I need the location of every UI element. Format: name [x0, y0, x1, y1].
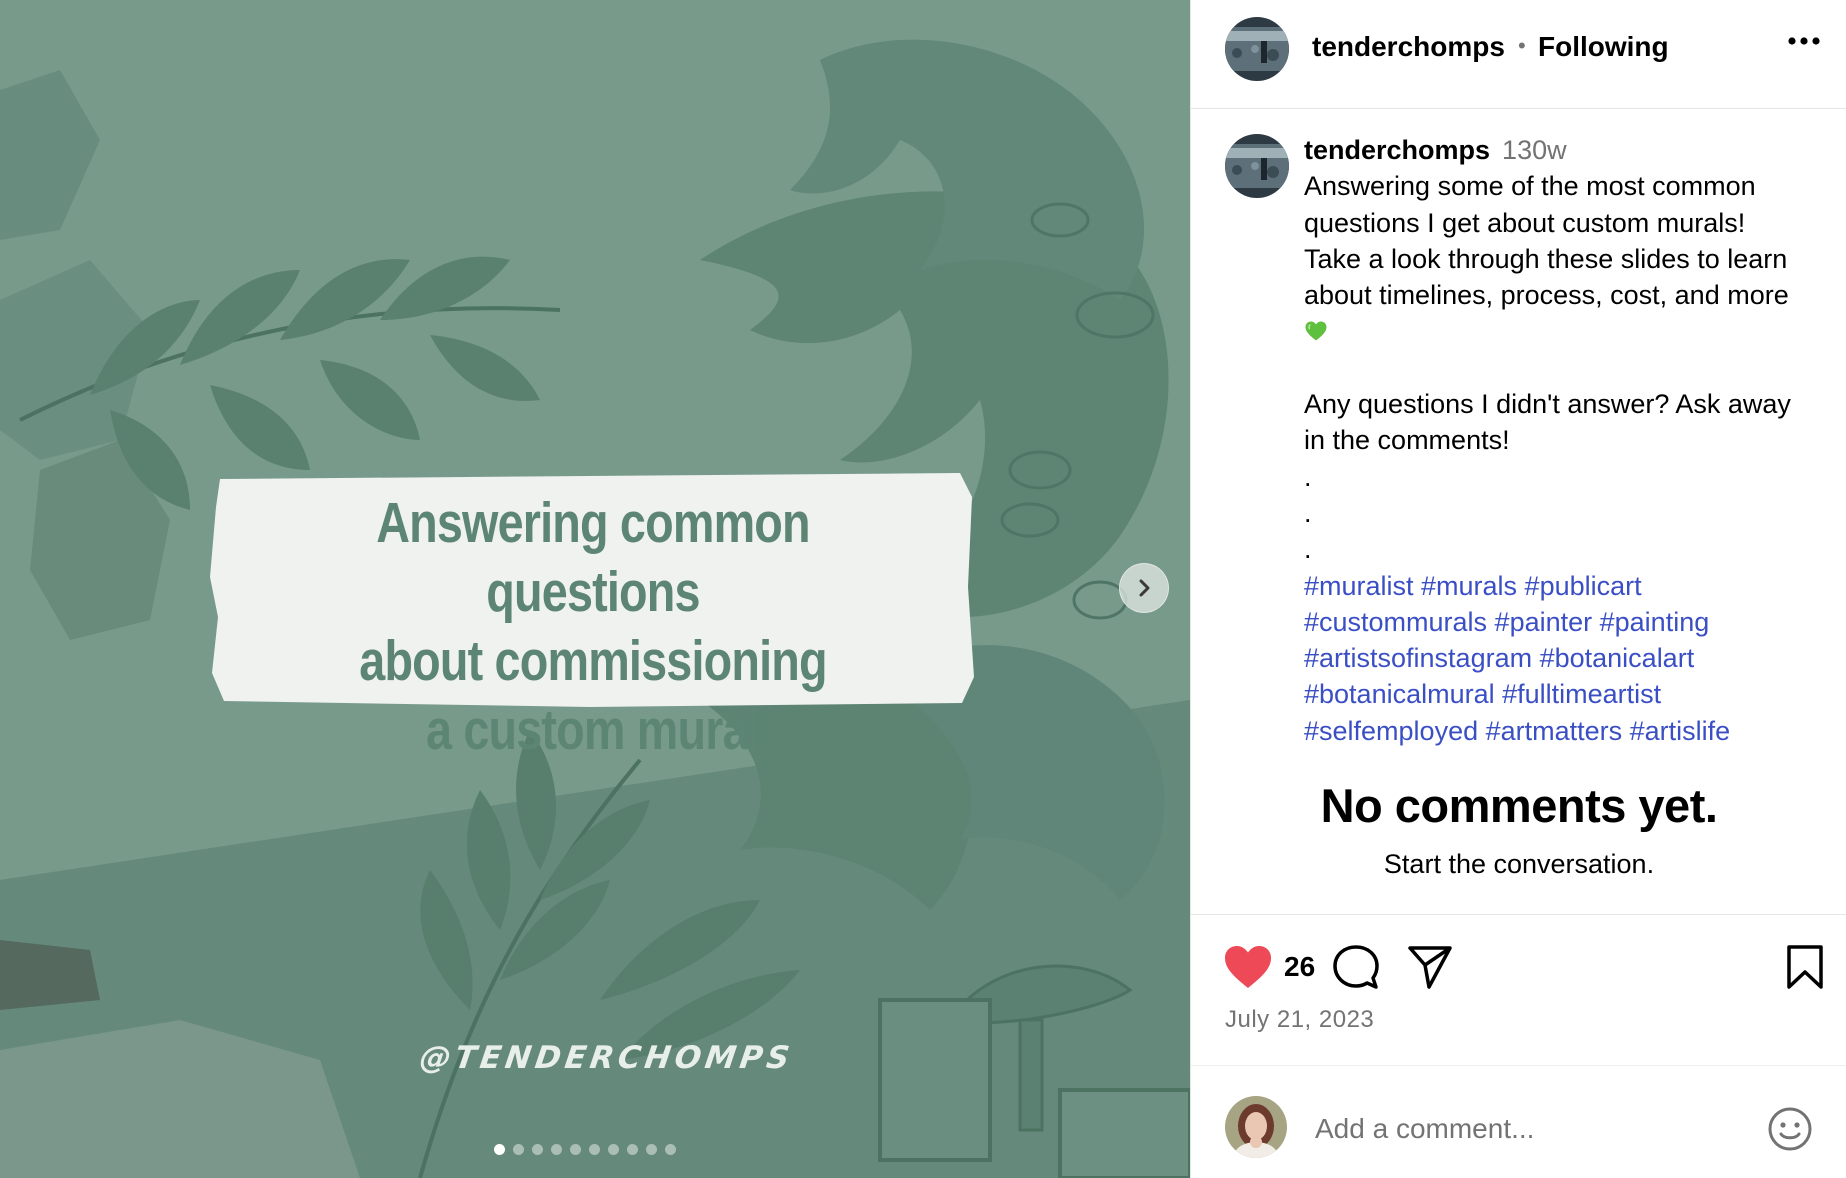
slide-dot — [570, 1144, 581, 1155]
slide-title-line: Answering common questions — [376, 491, 810, 624]
hashtag-line[interactable]: #artistsofinstagram #botanicalart — [1304, 640, 1834, 676]
caption-author-avatar[interactable] — [1225, 134, 1289, 198]
slide-dot — [551, 1144, 562, 1155]
hashtag-line[interactable]: #muralist #murals #publicart — [1304, 568, 1834, 604]
caption-dot-line: . — [1304, 534, 1312, 565]
like-heart-icon[interactable] — [1223, 944, 1273, 990]
hashtag-line[interactable]: #custommurals #painter #painting — [1304, 604, 1834, 640]
chevron-right-icon — [1139, 579, 1150, 597]
post-details-panel: tenderchomps • Following tenderchomps 130… — [1190, 0, 1846, 1178]
caption-dot-line: . — [1304, 461, 1312, 492]
hashtag-line[interactable]: #botanicalmural #fulltimeartist — [1304, 676, 1834, 712]
add-comment-input[interactable] — [1313, 1106, 1757, 1152]
caption-line: questions I get about custom murals! — [1304, 207, 1746, 238]
post-media[interactable]: Answering common questions about commiss… — [0, 0, 1190, 1178]
caption-line: Answering some of the most common — [1304, 171, 1756, 202]
slide-dot — [646, 1144, 657, 1155]
viewer-avatar — [1225, 1096, 1287, 1158]
caption-line: about timelines, process, cost, and more — [1304, 280, 1789, 311]
divider — [1191, 1065, 1846, 1066]
slide-dot — [665, 1144, 676, 1155]
separator-dot: • — [1518, 33, 1526, 58]
post-date[interactable]: July 21, 2023 — [1225, 1006, 1374, 1034]
like-count[interactable]: 26 — [1284, 951, 1315, 983]
slide-dot — [608, 1144, 619, 1155]
slide-title-text: Answering common questions about commiss… — [279, 489, 907, 765]
caption-line: Take a look through these slides to lear… — [1304, 243, 1788, 274]
emoji-picker-icon[interactable] — [1767, 1106, 1813, 1152]
share-icon[interactable] — [1407, 944, 1453, 990]
slide-dot-active — [494, 1144, 505, 1155]
caption-username[interactable]: tenderchomps — [1304, 135, 1490, 165]
caption-line: in the comments! — [1304, 425, 1510, 456]
no-comments-subtitle: Start the conversation. — [1383, 849, 1655, 879]
caption-body: tenderchomps 130w Answering some of the m… — [1304, 132, 1834, 749]
slide-title-line: about commissioning — [359, 629, 827, 693]
following-button[interactable]: Following — [1538, 31, 1669, 63]
slide-title-card: Answering common questions about commiss… — [210, 467, 976, 762]
caption-dot-line: . — [1304, 497, 1312, 528]
slide-dot — [532, 1144, 543, 1155]
slide-dot — [589, 1144, 600, 1155]
caption-line: Any questions I didn't answer? Ask away — [1304, 389, 1791, 420]
no-comments-title: No comments yet. — [1320, 779, 1718, 832]
author-avatar[interactable] — [1225, 17, 1289, 81]
comment-icon[interactable] — [1333, 944, 1379, 990]
slide-dot — [627, 1144, 638, 1155]
slide-title-line: a custom mural — [426, 698, 761, 762]
green-heart-emoji-icon — [1305, 321, 1327, 341]
author-username[interactable]: tenderchomps — [1312, 31, 1505, 63]
next-slide-button[interactable] — [1119, 563, 1169, 613]
watermark-handle: @TENDERCHOMPS — [417, 1040, 796, 1076]
post-header: tenderchomps • Following — [1191, 0, 1846, 109]
slide-indicator — [494, 1144, 676, 1155]
bookmark-icon[interactable] — [1785, 944, 1825, 990]
post-age[interactable]: 130w — [1502, 135, 1567, 165]
hashtag-line[interactable]: #selfemployed #artmatters #artislife — [1304, 713, 1834, 749]
divider — [1191, 914, 1846, 915]
slide-dot — [513, 1144, 524, 1155]
more-options-icon[interactable] — [1787, 36, 1821, 46]
